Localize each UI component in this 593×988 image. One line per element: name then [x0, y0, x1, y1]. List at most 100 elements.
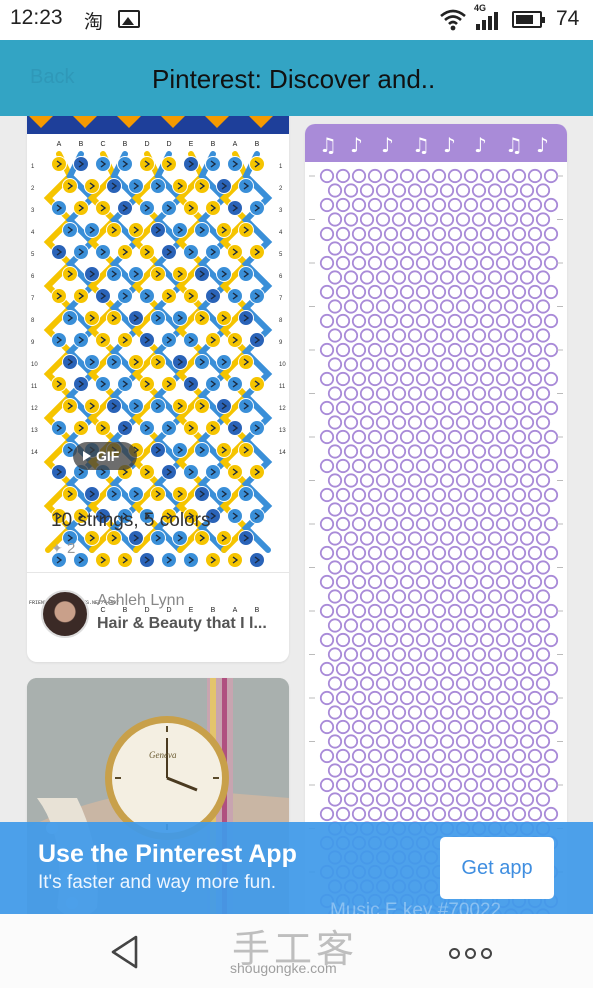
pattern-knot [367, 777, 383, 793]
pattern-knot [463, 806, 479, 822]
pattern-knot [367, 487, 383, 503]
pattern-knot [375, 473, 391, 488]
pattern-knot [391, 357, 407, 372]
pattern-knot [343, 647, 359, 662]
bracelet-knot [51, 200, 67, 216]
column-label-bottom: B [211, 607, 216, 614]
bracelet-knot [128, 178, 144, 194]
back-triangle-icon[interactable] [108, 934, 142, 970]
more-dots-icon[interactable] [449, 946, 497, 964]
pattern-knot [327, 676, 343, 691]
pattern-knot [391, 560, 407, 575]
bracelet-knot [139, 332, 155, 348]
music-note-motif: ♪ [536, 133, 549, 157]
pattern-knot [367, 284, 383, 300]
gif-play-button[interactable]: GIF [73, 442, 137, 470]
pattern-knot [423, 560, 439, 575]
pattern-knot [431, 313, 447, 329]
bracelet-knot [249, 200, 265, 216]
banner-title: Use the Pinterest App [38, 840, 297, 868]
pattern-knot [327, 328, 343, 343]
pattern-knot [327, 531, 343, 546]
pattern-knot [391, 386, 407, 401]
pattern-knot [319, 429, 335, 445]
get-app-button[interactable]: Get app [440, 837, 554, 899]
pattern-knot [487, 792, 503, 807]
bracelet-knot [227, 552, 243, 568]
pattern-knot [383, 458, 399, 474]
pattern-knot [511, 400, 527, 416]
pattern-knot [455, 299, 471, 314]
pattern-knot [359, 734, 375, 749]
pattern-knot [383, 168, 399, 184]
pattern-knot [463, 487, 479, 503]
pattern-knot [455, 270, 471, 285]
bracelet-knot [172, 442, 188, 458]
pattern-knot [487, 618, 503, 633]
pattern-knot [375, 212, 391, 227]
app-install-banner[interactable]: Music E key #70022 Use the Pinterest App… [0, 822, 593, 921]
pattern-knot [335, 748, 351, 764]
pattern-knot [367, 574, 383, 590]
row-number-left: 5 [31, 252, 35, 258]
header-back-button[interactable]: Back [30, 66, 74, 89]
pin-image-music-pattern[interactable]: ♫ ♪ ♪ ♫ ♪ ♪ ♫ ♪ [305, 124, 567, 914]
pin-title: 10 strings, 5 colors [51, 510, 211, 531]
pattern-knot [543, 719, 559, 735]
bracelet-knot [51, 420, 67, 436]
pattern-knot [543, 661, 559, 677]
pattern-knot [471, 531, 487, 546]
pattern-knot [487, 647, 503, 662]
pattern-knot [343, 415, 359, 430]
pattern-knot [439, 560, 455, 575]
bracelet-knot [183, 288, 199, 304]
pattern-knot [503, 734, 519, 749]
pattern-knot [495, 255, 511, 271]
pattern-knot [535, 531, 551, 546]
pattern-knot [343, 676, 359, 691]
pattern-knot [383, 487, 399, 503]
pattern-knot [359, 792, 375, 807]
bracelet-knot [249, 288, 265, 304]
bracelet-knot [128, 354, 144, 370]
pattern-knot [479, 197, 495, 213]
pattern-knot [471, 792, 487, 807]
pattern-knot [423, 647, 439, 662]
row-number-right: 7 [279, 296, 283, 302]
bracelet-knot [62, 354, 78, 370]
pattern-knot [535, 763, 551, 778]
pattern-knot [407, 299, 423, 314]
pattern-knot [447, 458, 463, 474]
pattern-knot [423, 183, 439, 198]
pattern-knot [455, 705, 471, 720]
bracelet-knot [117, 332, 133, 348]
pattern-knot [471, 328, 487, 343]
pattern-knot [463, 545, 479, 561]
pin-feed[interactable]: AABBCCBBDDDDEEBBAABB11223344556677889910… [0, 116, 593, 914]
pattern-knot [431, 226, 447, 242]
bracelet-knot [95, 332, 111, 348]
pin-card[interactable]: AABBCCBBDDDDEEBBAABB11223344556677889910… [27, 116, 289, 662]
pattern-knot [415, 313, 431, 329]
pattern-knot [471, 705, 487, 720]
pattern-knot [375, 734, 391, 749]
pattern-knot [479, 661, 495, 677]
pattern-knot [319, 371, 335, 387]
pattern-knot [367, 719, 383, 735]
pattern-knot [479, 284, 495, 300]
pinner-name[interactable]: Ashleh Lynn [97, 592, 184, 610]
pattern-knot [503, 589, 519, 604]
pattern-knot [399, 574, 415, 590]
board-name[interactable]: Hair & Beauty that I l... [97, 615, 267, 633]
pattern-knot [415, 574, 431, 590]
bracelet-knot [84, 178, 100, 194]
pattern-knot [519, 473, 535, 488]
pattern-knot [463, 168, 479, 184]
pattern-knot [527, 226, 543, 242]
pin-card[interactable]: ♫ ♪ ♪ ♫ ♪ ♪ ♫ ♪ [305, 124, 567, 914]
pattern-knot [471, 734, 487, 749]
bracelet-knot [73, 288, 89, 304]
avatar[interactable] [41, 590, 89, 638]
row-number-right: 4 [279, 230, 283, 236]
pattern-knot [511, 516, 527, 532]
